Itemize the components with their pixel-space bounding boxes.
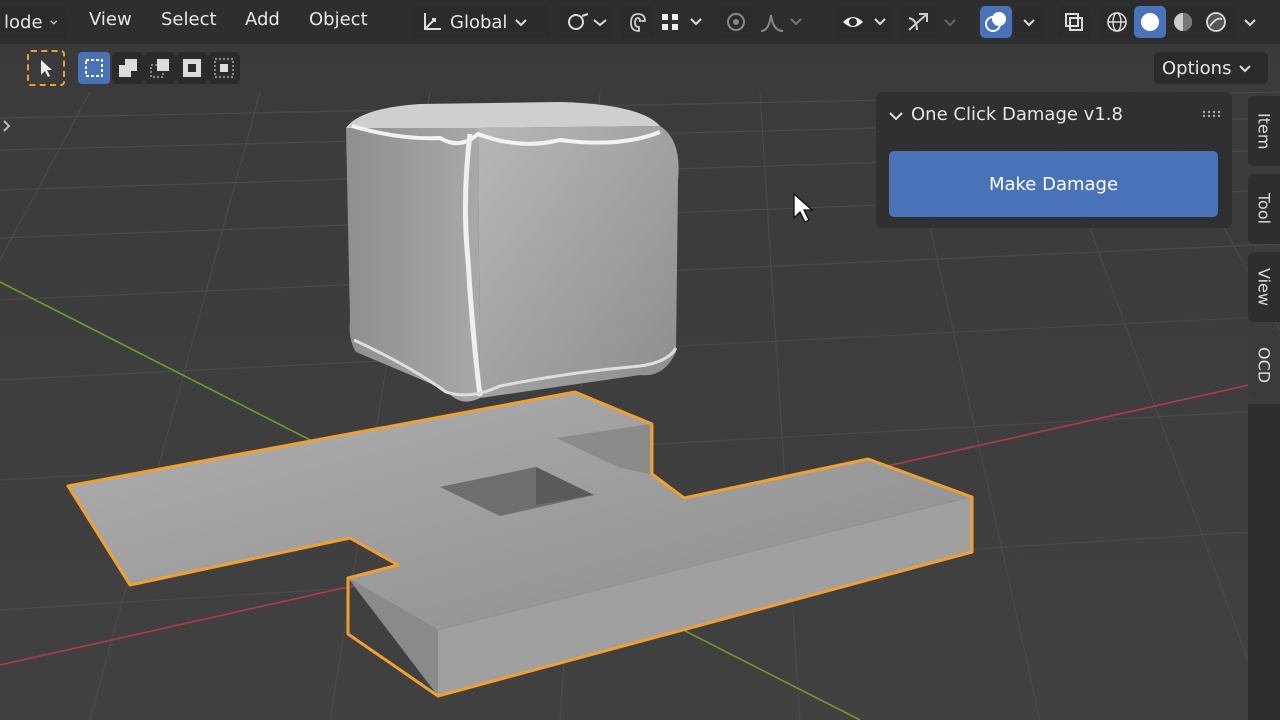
sidebar-tab-strip <box>1248 404 1280 720</box>
chevron-down-icon <box>49 20 57 25</box>
gizmo-toggle-button[interactable] <box>900 6 936 38</box>
box-select-invert-icon <box>183 59 201 77</box>
overlays-toggle-button[interactable] <box>980 6 1012 38</box>
overlays-dropdown[interactable] <box>1014 6 1044 38</box>
falloff-curve-icon <box>760 14 802 32</box>
orientation-axes-icon <box>424 13 441 30</box>
tab-item-label: Item <box>1254 112 1274 150</box>
wireframe-sphere-icon <box>1107 12 1127 32</box>
mode-label: lode <box>4 11 43 33</box>
rendered-shading-button[interactable] <box>1200 6 1232 38</box>
tab-ocd-label: OCD <box>1254 346 1274 384</box>
pivot-icon <box>568 13 607 30</box>
expand-toolbar-icon[interactable] <box>2 118 12 134</box>
orientation-label: Global <box>450 11 508 33</box>
menu-object[interactable]: Object <box>309 9 368 30</box>
visibility-dropdown[interactable] <box>836 6 892 38</box>
options-dropdown[interactable]: Options <box>1154 52 1268 84</box>
tab-tool[interactable]: Tool <box>1248 174 1280 244</box>
falloff-dropdown[interactable] <box>756 6 808 38</box>
select-invert-button[interactable] <box>176 52 208 84</box>
eye-icon <box>843 17 886 27</box>
tab-tool-label: Tool <box>1254 193 1274 225</box>
proportional-editing-button[interactable] <box>720 6 752 38</box>
mode-selector[interactable]: lode <box>0 6 66 38</box>
shading-dropdown[interactable] <box>1238 6 1262 38</box>
options-label: Options <box>1162 57 1232 79</box>
menu-add[interactable]: Add <box>245 9 280 30</box>
select-extend-button[interactable] <box>112 52 144 84</box>
magnet-icon <box>630 13 646 32</box>
snap-toggle-button[interactable] <box>622 6 654 38</box>
menu-view[interactable]: View <box>89 9 132 30</box>
gizmo-icon <box>908 13 928 31</box>
chevron-down-icon <box>944 19 956 27</box>
select-new-button[interactable] <box>78 52 110 84</box>
tab-ocd[interactable]: OCD <box>1248 330 1280 400</box>
drag-handle-icon[interactable] <box>1202 110 1222 118</box>
material-sphere-icon <box>1174 13 1192 31</box>
tab-view[interactable]: View <box>1248 252 1280 322</box>
box-select-new-icon <box>85 59 103 77</box>
pivot-point-button[interactable] <box>560 6 612 38</box>
solid-sphere-icon <box>1141 13 1159 31</box>
material-shading-button[interactable] <box>1168 6 1198 38</box>
chevron-down-icon <box>515 19 528 27</box>
gizmo-dropdown[interactable] <box>938 6 962 38</box>
arrow-cursor-icon <box>41 60 52 77</box>
tab-item[interactable]: Item <box>1248 96 1280 166</box>
panel-title: One Click Damage v1.8 <box>911 104 1123 125</box>
menu-select[interactable]: Select <box>161 9 217 30</box>
box-select-extend-icon <box>119 59 137 77</box>
damaged-cube[interactable] <box>346 102 679 402</box>
solid-shading-button[interactable] <box>1134 6 1166 38</box>
xray-toggle-button[interactable] <box>1058 6 1090 38</box>
chevron-down-icon <box>1239 65 1252 73</box>
snap-grid-icon <box>662 14 702 30</box>
rendered-sphere-icon <box>1206 12 1226 32</box>
select-subtract-button[interactable] <box>144 52 176 84</box>
collapse-chevron-icon[interactable] <box>888 108 904 124</box>
transform-orientation-dropdown[interactable]: Global <box>412 6 550 38</box>
chevron-down-icon <box>1023 19 1035 27</box>
box-select-subtract-icon <box>150 59 169 78</box>
chevron-down-icon <box>1244 19 1256 27</box>
wireframe-shading-button[interactable] <box>1102 6 1132 38</box>
proportional-edit-icon <box>727 13 745 31</box>
select-tool-button[interactable] <box>27 50 65 86</box>
tab-view-label: View <box>1254 268 1274 306</box>
make-damage-button[interactable]: Make Damage <box>889 151 1218 217</box>
overlays-icon <box>985 12 1006 32</box>
xray-icon <box>1065 13 1083 31</box>
box-select-intersect-icon <box>214 58 234 78</box>
ocd-panel: One Click Damage v1.8 Make Damage <box>876 92 1232 228</box>
snap-target-dropdown[interactable] <box>656 6 708 38</box>
select-intersect-button[interactable] <box>208 52 240 84</box>
